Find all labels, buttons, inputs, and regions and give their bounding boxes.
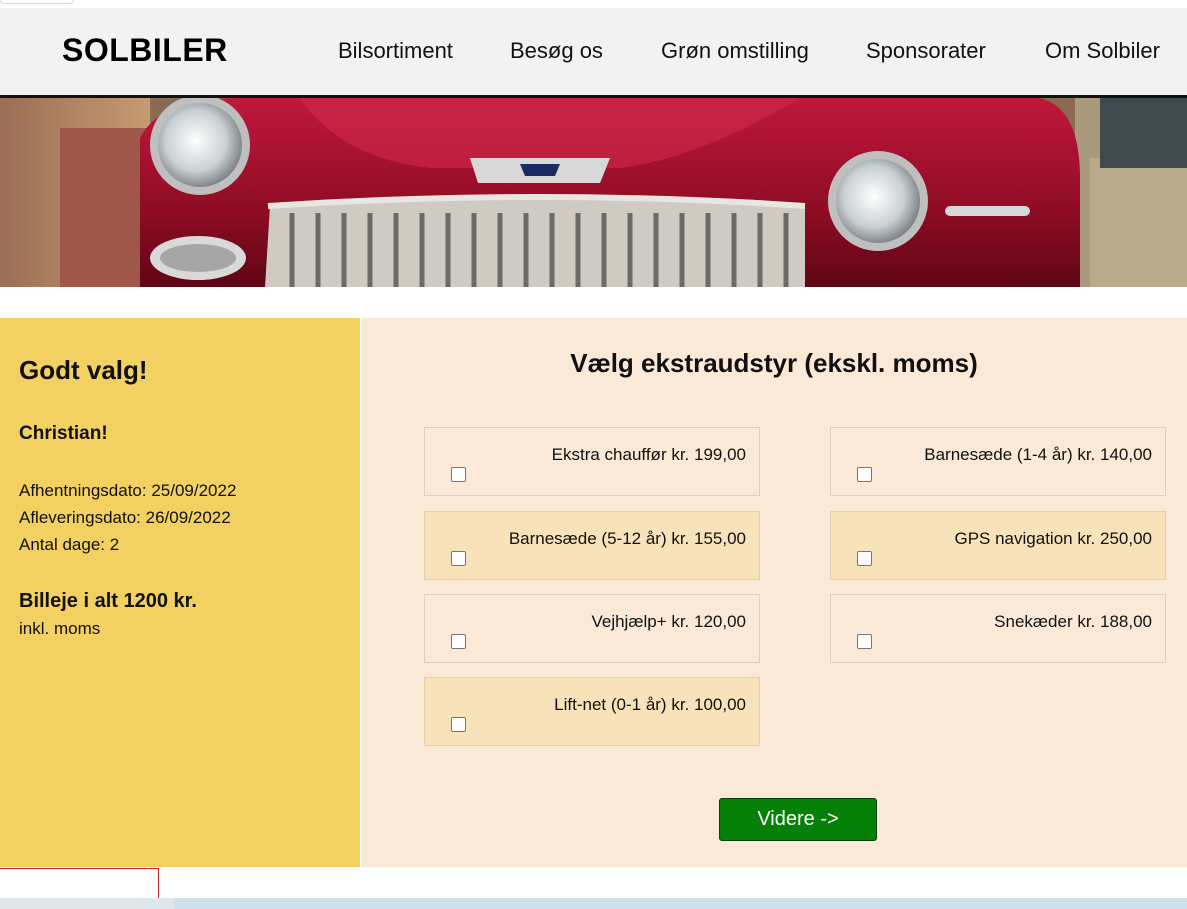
nav-link-om-solbiler[interactable]: Om Solbiler [1045,38,1160,64]
nav-link-gron-omstilling[interactable]: Grøn omstilling [661,38,809,64]
extra-option-gps-navigation[interactable]: GPS navigation kr. 250,00 [830,511,1166,580]
bottom-edge-segment [174,898,1187,909]
summary-title: Godt valg! [19,355,148,385]
pickup-date: Afhentningsdato: 25/09/2022 [19,481,237,500]
site-logo[interactable]: SOLBILER [62,32,228,69]
extra-option-lift-net[interactable]: Lift-net (0-1 år) kr. 100,00 [424,677,760,746]
extra-option-ekstra-chauffor[interactable]: Ekstra chauffør kr. 199,00 [424,427,760,496]
extra-option-checkbox[interactable] [857,467,872,482]
extra-option-vejhjaelp[interactable]: Vejhjælp+ kr. 120,00 [424,594,760,663]
bottom-outline-box [0,868,159,899]
continue-button[interactable]: Videre -> [719,798,877,841]
site-header: SOLBILER Bilsortiment Besøg os Grøn omst… [0,8,1187,98]
extra-option-label: Lift-net (0-1 år) kr. 100,00 [554,695,746,714]
extra-option-checkbox[interactable] [857,634,872,649]
vat-note: inkl. moms [19,619,101,638]
browser-tab-edge [0,0,74,4]
booking-summary-panel: Godt valg! Christian! Afhentningsdato: 2… [0,318,360,867]
extra-option-snekaeder[interactable]: Snekæder kr. 188,00 [830,594,1166,663]
extra-option-barnesaede-1-4[interactable]: Barnesæde (1-4 år) kr. 140,00 [830,427,1166,496]
customer-name: Christian! [19,423,108,444]
extra-option-checkbox[interactable] [857,551,872,566]
extra-option-label: Barnesæde (5-12 år) kr. 155,00 [508,529,746,548]
nav-link-besog-os[interactable]: Besøg os [510,38,603,64]
bottom-edge-strip [0,898,1187,909]
extra-option-label: Ekstra chauffør kr. 199,00 [551,445,746,464]
extra-option-label: Barnesæde (1-4 år) kr. 140,00 [924,445,1152,464]
red-classic-car-illustration [0,98,1187,287]
extra-option-barnesaede-5-12[interactable]: Barnesæde (5-12 år) kr. 155,00 [424,511,760,580]
nav-link-sponsorater[interactable]: Sponsorater [866,38,986,64]
dropoff-date: Afleveringsdato: 26/09/2022 [19,508,231,527]
extra-option-checkbox[interactable] [451,717,466,732]
rental-days: Antal dage: 2 [19,535,120,554]
nav-link-bilsortiment[interactable]: Bilsortiment [338,38,453,64]
hero-car-image [0,98,1187,287]
extra-option-checkbox[interactable] [451,634,466,649]
extras-title: Vælg ekstraudstyr (ekskl. moms) [570,348,978,378]
extra-option-label: Vejhjælp+ kr. 120,00 [591,612,746,631]
extras-panel: Vælg ekstraudstyr (ekskl. moms) Ekstra c… [361,318,1187,867]
extra-option-checkbox[interactable] [451,467,466,482]
extra-option-label: Snekæder kr. 188,00 [994,612,1152,631]
extra-option-label: GPS navigation kr. 250,00 [954,529,1152,548]
rental-total: Billeje i alt 1200 kr. [19,590,197,612]
extra-option-checkbox[interactable] [451,551,466,566]
